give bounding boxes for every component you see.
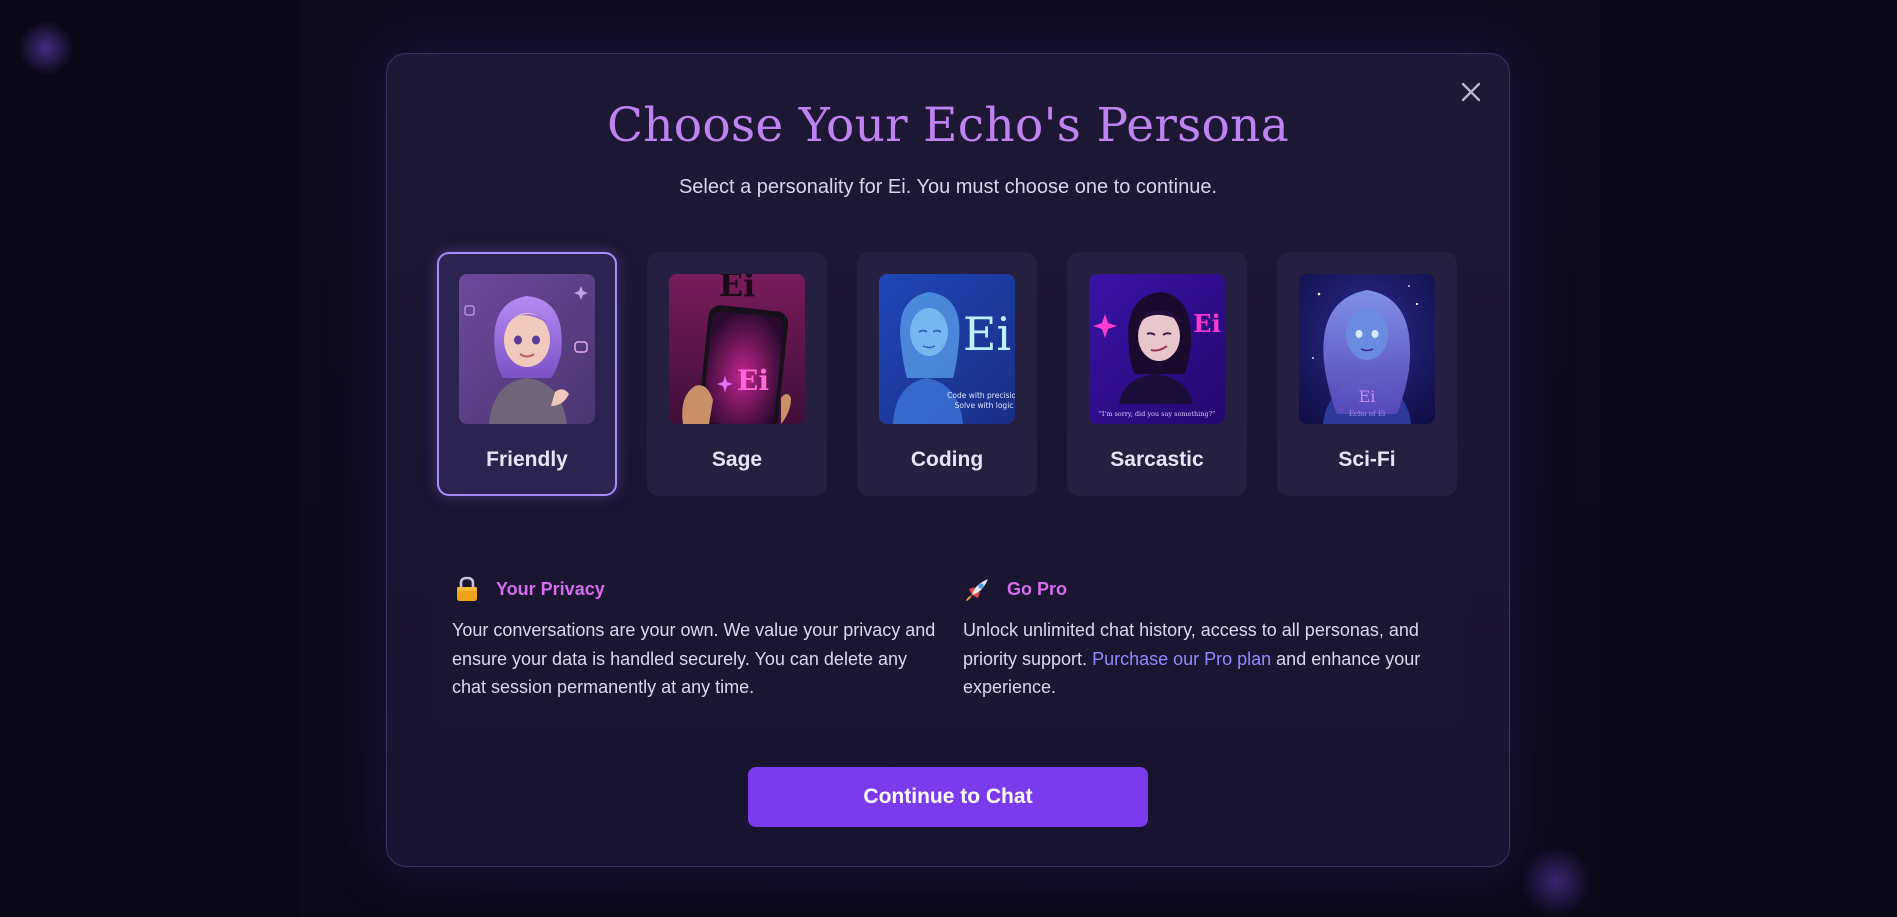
persona-art-caption: Echo of Ei xyxy=(1349,410,1386,418)
persona-card-sci-fi[interactable]: Ei Echo of Ei Sci-Fi xyxy=(1277,252,1457,496)
modal-title: Choose Your Echo's Persona xyxy=(606,98,1290,153)
persona-image-sci-fi: Ei Echo of Ei xyxy=(1299,274,1435,424)
persona-label: Coding xyxy=(910,448,984,471)
persona-image-friendly xyxy=(459,274,595,424)
persona-art-text: Ei xyxy=(737,364,769,397)
persona-label: Sage xyxy=(711,448,763,471)
persona-art-text: Ei xyxy=(963,307,1011,361)
persona-label: Friendly xyxy=(486,448,568,471)
persona-label: Sci-Fi xyxy=(1338,448,1396,471)
persona-art-caption: "I'm sorry, did you say something?" xyxy=(1099,410,1215,418)
go-pro-section: Go Pro Unlock unlimited chat history, ac… xyxy=(963,574,1448,702)
lock-icon xyxy=(452,574,482,604)
persona-card-friendly[interactable]: Friendly xyxy=(437,252,617,496)
persona-image-sarcastic: Ei "I'm sorry, did you say something?" xyxy=(1089,274,1225,424)
persona-card-sage[interactable]: Ei Ei Sage xyxy=(647,252,827,496)
privacy-title: Your Privacy xyxy=(496,578,605,599)
persona-art-text: Ei xyxy=(719,274,756,304)
continue-to-chat-button[interactable]: Continue to Chat xyxy=(748,767,1148,827)
go-pro-title: Go Pro xyxy=(1007,578,1068,599)
persona-art-text: Ei xyxy=(1359,387,1376,406)
background-glow xyxy=(1520,845,1592,917)
persona-art-caption: Solve with logic xyxy=(955,401,1014,410)
persona-modal: Choose Your Echo's Persona Select a pers… xyxy=(386,53,1510,867)
purchase-pro-link[interactable]: Purchase our Pro plan xyxy=(1092,649,1271,669)
persona-card-coding[interactable]: Ei Code with precision Solve with logic … xyxy=(857,252,1037,496)
persona-art-text: Ei xyxy=(1193,309,1220,338)
persona-card-list: Friendly Ei Ei Sage Ei Code with precisi… xyxy=(437,252,1461,496)
go-pro-text: Unlock unlimited chat history, access to… xyxy=(963,616,1448,702)
persona-label: Sarcastic xyxy=(1110,448,1204,471)
background-glow xyxy=(18,20,74,76)
modal-subtitle: Select a personality for Ei. You must ch… xyxy=(678,176,1218,198)
rocket-icon xyxy=(963,574,993,604)
persona-art-caption: Code with precision xyxy=(947,391,1015,400)
privacy-section: Your Privacy Your conversations are your… xyxy=(452,574,937,702)
persona-card-sarcastic[interactable]: Ei "I'm sorry, did you say something?" S… xyxy=(1067,252,1247,496)
persona-image-coding: Ei Code with precision Solve with logic xyxy=(879,274,1015,424)
persona-image-sage: Ei Ei xyxy=(669,274,805,424)
privacy-text: Your conversations are your own. We valu… xyxy=(452,620,936,697)
info-panel: Your Privacy Your conversations are your… xyxy=(428,548,1470,728)
